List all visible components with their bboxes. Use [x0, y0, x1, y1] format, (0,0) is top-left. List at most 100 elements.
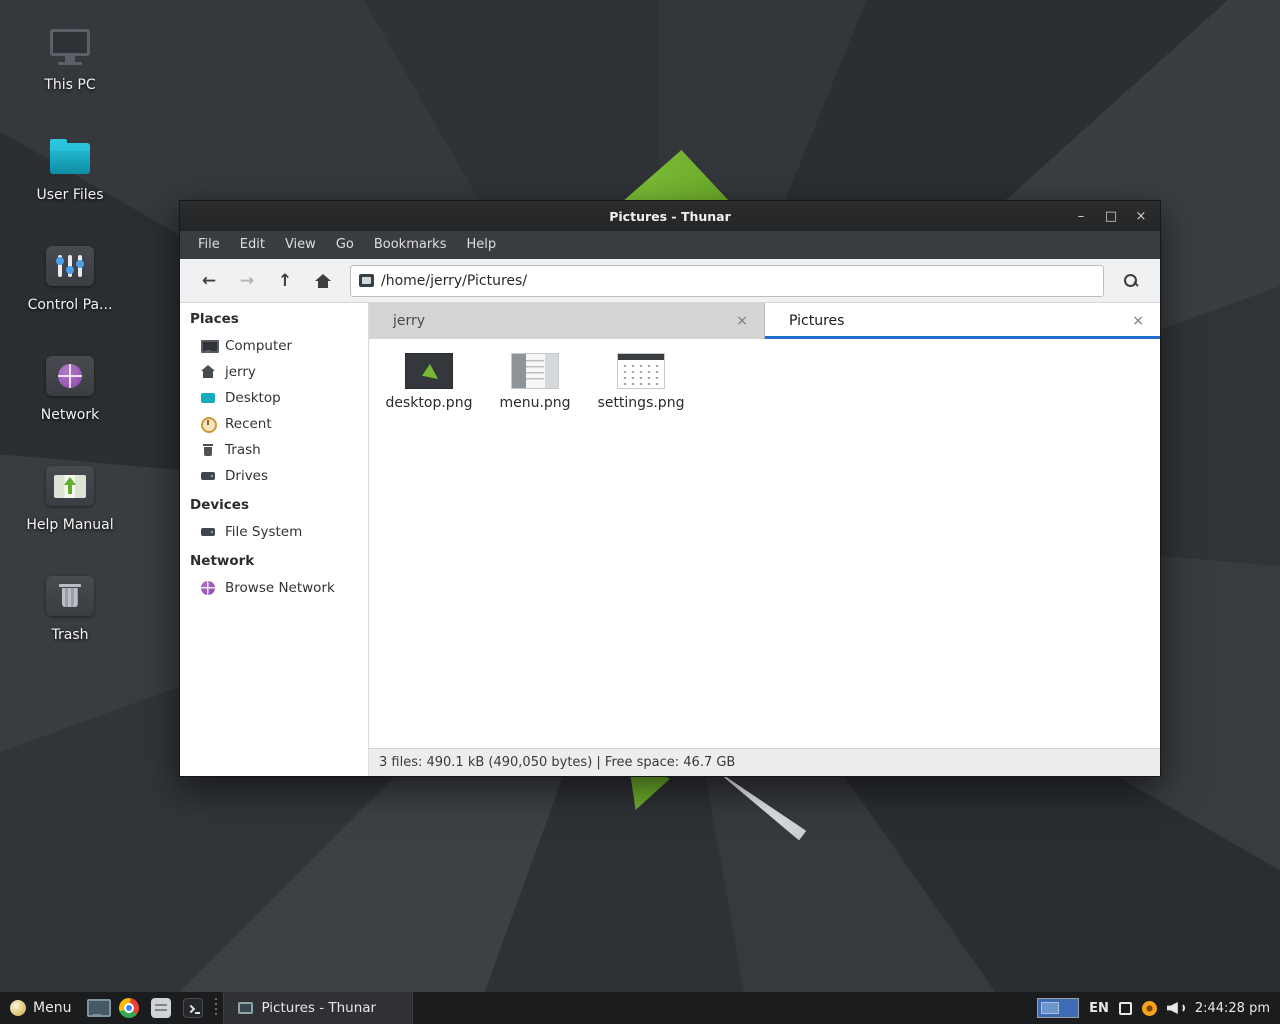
- tray-icon-notifier[interactable]: [1142, 1001, 1157, 1016]
- sidebar-item-label: Recent: [225, 416, 272, 432]
- sidebar-item-recent[interactable]: Recent: [180, 411, 368, 437]
- up-button[interactable]: ↑: [266, 265, 304, 297]
- desktop-icon-trash[interactable]: Trash: [20, 576, 120, 644]
- pager-window-miniature: [1041, 1002, 1059, 1014]
- desktop-icon-network[interactable]: Network: [20, 356, 120, 424]
- menu-bookmarks[interactable]: Bookmarks: [364, 231, 457, 259]
- taskbar-separator: [215, 998, 217, 1018]
- file-item-settings-png[interactable]: settings.png: [591, 353, 691, 412]
- window-controls: – □ ×: [1066, 201, 1156, 231]
- file-thumbnail: [405, 353, 453, 389]
- language-indicator[interactable]: EN: [1089, 1001, 1109, 1016]
- network-globe-icon: [44, 356, 96, 400]
- window-title: Pictures - Thunar: [609, 209, 731, 224]
- file-name: desktop.png: [379, 395, 479, 412]
- tab-label: jerry: [393, 313, 425, 329]
- status-bar: 3 files: 490.1 kB (490,050 bytes) | Free…: [369, 748, 1160, 776]
- sidebar-section-devices: Devices: [180, 497, 368, 519]
- menu-help[interactable]: Help: [456, 231, 506, 259]
- chrome-browser-icon[interactable]: [119, 998, 139, 1018]
- terminal-icon[interactable]: [183, 998, 203, 1018]
- sidebar-item-label: File System: [225, 524, 302, 540]
- sidebar-item-jerry[interactable]: jerry: [180, 359, 368, 385]
- menubar: File Edit View Go Bookmarks Help: [180, 231, 1160, 259]
- desktop-icon-label: Control Pa...: [20, 296, 120, 314]
- menu-button-label: Menu: [33, 1000, 71, 1016]
- drive-icon: [200, 468, 216, 484]
- computer-icon: [200, 338, 216, 354]
- tab-close-icon[interactable]: ×: [732, 313, 752, 329]
- folder-icon: [44, 136, 96, 180]
- sidebar-item-desktop[interactable]: Desktop: [180, 385, 368, 411]
- file-view[interactable]: desktop.png menu.png settings.png: [369, 339, 1160, 748]
- forward-button[interactable]: →: [228, 265, 266, 297]
- sidebar-item-label: Desktop: [225, 390, 281, 406]
- desktop-icon-label: Help Manual: [20, 516, 120, 534]
- tray-icon-keyboard[interactable]: [1119, 1002, 1132, 1015]
- path-bar[interactable]: /home/jerry/Pictures/: [350, 265, 1104, 297]
- task-button-thunar[interactable]: Pictures - Thunar: [223, 992, 413, 1024]
- status-text: 3 files: 490.1 kB (490,050 bytes) | Free…: [379, 755, 735, 770]
- sidebar-item-computer[interactable]: Computer: [180, 333, 368, 359]
- desktop: This PC User Files Control Pa... Network…: [0, 0, 1280, 1024]
- menu-go[interactable]: Go: [326, 231, 364, 259]
- tab-bar: jerry × Pictures ×: [369, 303, 1160, 339]
- menu-file[interactable]: File: [188, 231, 230, 259]
- sidebar-item-label: Drives: [225, 468, 268, 484]
- sidebar-item-drives[interactable]: Drives: [180, 463, 368, 489]
- desktop-icon-label: User Files: [20, 186, 120, 204]
- sidebar-item-label: Browse Network: [225, 580, 335, 596]
- clock[interactable]: 2:44:28 pm: [1195, 1001, 1270, 1016]
- sidebar-item-trash[interactable]: Trash: [180, 437, 368, 463]
- sidebar-section-network: Network: [180, 553, 368, 575]
- desktop-icon-user-files[interactable]: User Files: [20, 136, 120, 204]
- desktop-icons: This PC User Files Control Pa... Network…: [20, 26, 120, 686]
- trash-icon: [200, 442, 216, 458]
- home-icon: [316, 274, 330, 288]
- file-item-desktop-png[interactable]: desktop.png: [379, 353, 479, 412]
- desktop-icon-control-panel[interactable]: Control Pa...: [20, 246, 120, 314]
- desktop-icon-help-manual[interactable]: Help Manual: [20, 466, 120, 534]
- wallpaper-logo-shard: [622, 150, 730, 202]
- sidebar-item-label: Trash: [225, 442, 261, 458]
- workspace-pager[interactable]: [1037, 998, 1079, 1018]
- desktop-icon-label: Network: [20, 406, 120, 424]
- tab-pictures[interactable]: Pictures ×: [765, 303, 1160, 339]
- tab-close-icon[interactable]: ×: [1128, 313, 1148, 329]
- minimize-button[interactable]: –: [1066, 201, 1096, 231]
- menu-view[interactable]: View: [275, 231, 326, 259]
- file-name: settings.png: [591, 395, 691, 412]
- titlebar[interactable]: Pictures - Thunar – □ ×: [180, 201, 1160, 231]
- menu-edit[interactable]: Edit: [230, 231, 275, 259]
- sidebar-item-label: Computer: [225, 338, 292, 354]
- path-text: /home/jerry/Pictures/: [381, 273, 527, 289]
- back-button[interactable]: ←: [190, 265, 228, 297]
- menu-button[interactable]: Menu: [0, 992, 81, 1024]
- help-manual-icon: [44, 466, 96, 510]
- sidebar-item-file-system[interactable]: File System: [180, 519, 368, 545]
- desktop-icon-this-pc[interactable]: This PC: [20, 26, 120, 94]
- globe-icon: [200, 580, 216, 596]
- search-button[interactable]: [1112, 265, 1150, 297]
- toolbar: ← → ↑ /home/jerry/Pictures/: [180, 259, 1160, 303]
- task-button-label: Pictures - Thunar: [261, 1000, 376, 1016]
- sidebar-section-places: Places: [180, 311, 368, 333]
- file-manager-icon[interactable]: [151, 998, 171, 1018]
- maximize-button[interactable]: □: [1096, 201, 1126, 231]
- search-icon: [1123, 273, 1139, 289]
- computer-icon: [44, 26, 96, 70]
- file-name: menu.png: [485, 395, 585, 412]
- location-icon: [359, 274, 374, 287]
- sidebar: Places Computer jerry Desktop Recent: [180, 303, 369, 776]
- sidebar-item-browse-network[interactable]: Browse Network: [180, 575, 368, 601]
- show-desktop-icon[interactable]: [85, 996, 109, 1020]
- desktop-icon: [200, 390, 216, 406]
- tab-jerry[interactable]: jerry ×: [369, 303, 765, 339]
- file-thumbnail: [511, 353, 559, 389]
- thunar-task-icon: [238, 1002, 253, 1014]
- desktop-icon-label: This PC: [20, 76, 120, 94]
- file-item-menu-png[interactable]: menu.png: [485, 353, 585, 412]
- close-button[interactable]: ×: [1126, 201, 1156, 231]
- home-button[interactable]: [304, 265, 342, 297]
- volume-icon[interactable]: [1167, 1000, 1185, 1016]
